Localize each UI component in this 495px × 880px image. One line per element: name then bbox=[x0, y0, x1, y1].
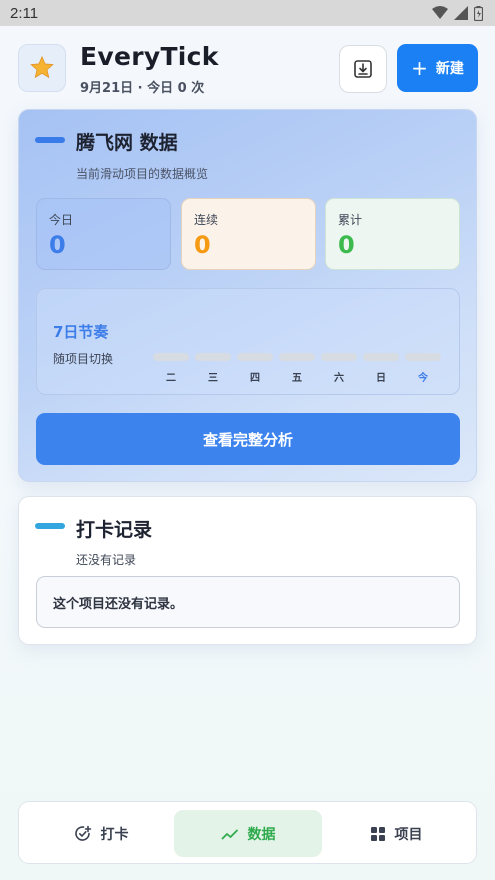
stat-today: 今日 0 bbox=[36, 198, 171, 270]
records-card-title: 打卡记录 bbox=[76, 519, 153, 541]
day-label: 六 bbox=[334, 373, 344, 384]
tab-label: 数据 bbox=[247, 826, 276, 843]
stat-value: 0 bbox=[194, 231, 211, 259]
day-column: 四 bbox=[237, 353, 273, 384]
trend-line-icon bbox=[221, 829, 238, 839]
import-button[interactable] bbox=[339, 45, 387, 93]
records-card-subtitle: 还没有记录 bbox=[76, 553, 137, 567]
day-label: 四 bbox=[250, 373, 260, 384]
day-label: 五 bbox=[292, 373, 302, 384]
stat-value: 0 bbox=[338, 231, 355, 259]
data-card-title: 腾飞网 数据 bbox=[76, 132, 178, 154]
bottom-navigation: 打卡 数据 项目 bbox=[18, 801, 477, 864]
day-bar bbox=[153, 353, 189, 361]
day-column: 日 bbox=[363, 353, 399, 384]
day-column: 五 bbox=[279, 353, 315, 384]
stat-value: 0 bbox=[49, 231, 66, 259]
day-bar bbox=[321, 353, 357, 361]
app-subtitle: 9月21日 · 今日 0 次 bbox=[80, 81, 205, 96]
rhythm-title: 7日节奏 bbox=[53, 323, 109, 341]
status-time: 2:11 bbox=[10, 4, 39, 22]
status-icons bbox=[432, 5, 483, 21]
data-summary-card: 腾飞网 数据 当前滑动项目的数据概览 今日 0 连续 0 累计 0 7日节奏 随… bbox=[18, 109, 477, 482]
day-bar bbox=[279, 353, 315, 361]
checkin-records-card: 打卡记录 还没有记录 这个项目还没有记录。 bbox=[18, 496, 477, 645]
day-bar bbox=[195, 353, 231, 361]
stat-label: 累计 bbox=[338, 213, 363, 227]
tab-label: 项目 bbox=[394, 826, 423, 843]
tab-checkin[interactable]: 打卡 bbox=[27, 810, 175, 857]
day-label: 今 bbox=[418, 373, 428, 384]
view-full-analysis-button[interactable]: 查看完整分析 bbox=[36, 413, 460, 465]
signal-icon bbox=[454, 6, 468, 20]
app-header: EveryTick 9月21日 · 今日 0 次 + 新建 bbox=[18, 42, 478, 96]
new-button-label: 新建 bbox=[435, 61, 464, 77]
tab-projects[interactable]: 项目 bbox=[322, 810, 470, 857]
day-bar bbox=[363, 353, 399, 361]
day-label: 二 bbox=[166, 373, 176, 384]
battery-icon bbox=[474, 5, 483, 21]
app-title: EveryTick bbox=[80, 42, 219, 71]
download-tray-icon bbox=[354, 60, 372, 78]
status-bar: 2:11 bbox=[0, 0, 495, 26]
tab-data[interactable]: 数据 bbox=[174, 810, 322, 857]
new-item-button[interactable]: + 新建 bbox=[397, 44, 478, 92]
card-accent-bar bbox=[35, 523, 65, 529]
check-circle-plus-icon bbox=[74, 825, 91, 841]
data-card-subtitle: 当前滑动项目的数据概览 bbox=[76, 167, 209, 181]
day-bar bbox=[237, 353, 273, 361]
day-bar bbox=[405, 353, 441, 361]
records-empty-state: 这个项目还没有记录。 bbox=[36, 576, 460, 628]
tab-label: 打卡 bbox=[100, 826, 129, 843]
day-column: 三 bbox=[195, 353, 231, 384]
day-label: 日 bbox=[376, 373, 386, 384]
stat-label: 连续 bbox=[194, 213, 219, 227]
wifi-icon bbox=[432, 6, 448, 19]
stat-label: 今日 bbox=[49, 213, 74, 227]
plus-icon: + bbox=[411, 56, 428, 80]
seven-day-rhythm: 7日节奏 随项目切换 二 三 四 五 六 日 今 bbox=[36, 288, 460, 395]
day-column: 二 bbox=[153, 353, 189, 384]
day-label: 三 bbox=[208, 373, 218, 384]
day-column-today: 今 bbox=[405, 353, 441, 384]
stat-streak: 连续 0 bbox=[181, 198, 316, 270]
stat-total: 累计 0 bbox=[325, 198, 460, 270]
rhythm-subtitle: 随项目切换 bbox=[53, 352, 114, 366]
star-icon bbox=[30, 55, 54, 79]
day-column: 六 bbox=[321, 353, 357, 384]
card-accent-bar bbox=[35, 137, 65, 143]
grid-icon bbox=[370, 826, 385, 841]
app-logo bbox=[18, 44, 66, 92]
